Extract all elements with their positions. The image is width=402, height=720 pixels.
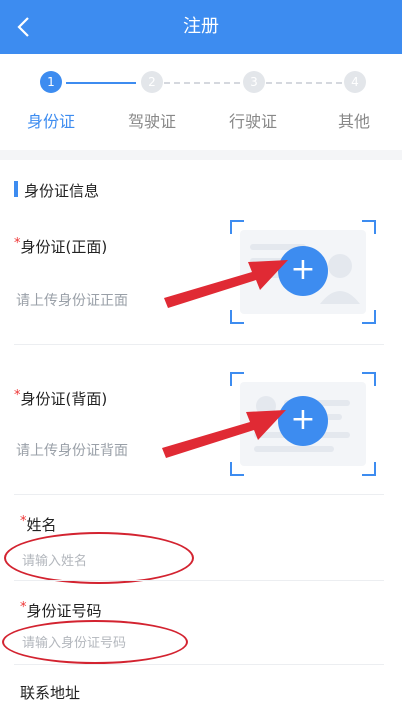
id-front-label: *身份证(正面) (14, 236, 107, 257)
annotation-ellipse (4, 532, 194, 584)
frame-corner (362, 310, 376, 324)
id-front-label-text: 身份证(正面) (20, 238, 108, 256)
section-marker (14, 181, 18, 197)
id-number-label: *身份证号码 (20, 600, 102, 621)
divider (14, 664, 384, 665)
id-front-hint: 请上传身份证正面 (16, 293, 128, 309)
id-back-hint: 请上传身份证背面 (16, 443, 128, 459)
annotation-arrow (164, 260, 288, 308)
step-1-circle: 1 (40, 71, 62, 93)
step-connector-3 (266, 82, 342, 84)
divider (14, 580, 384, 581)
frame-corner (230, 220, 244, 234)
step-indicator: 1 2 3 4 身份证 驾驶证 行驶证 其他 (0, 54, 402, 150)
id-back-label: *身份证(背面) (14, 388, 107, 409)
annotation-arrow (162, 410, 286, 458)
name-label-text: 姓名 (26, 516, 57, 534)
frame-corner (230, 462, 244, 476)
section-gap (0, 150, 402, 160)
name-label: *姓名 (20, 514, 57, 535)
step-4-circle: 4 (344, 71, 366, 93)
page-title: 注册 (183, 16, 219, 37)
section-title: 身份证信息 (24, 182, 100, 200)
frame-corner (362, 220, 376, 234)
annotation-ellipse (2, 620, 188, 664)
id-number-label-text: 身份证号码 (26, 602, 102, 620)
step-2-circle: 2 (141, 71, 163, 93)
frame-corner (362, 462, 376, 476)
step-3-circle: 3 (243, 71, 265, 93)
id-back-label-text: 身份证(背面) (20, 390, 108, 408)
frame-corner (362, 372, 376, 386)
divider (14, 494, 384, 495)
step-connector-1 (66, 82, 136, 84)
step-1-label: 身份证 (26, 112, 75, 131)
step-2-label: 驾驶证 (127, 112, 176, 131)
address-label: 联系地址 (20, 684, 81, 702)
step-connector-2 (164, 82, 240, 84)
app-header: 注册 (0, 0, 402, 54)
frame-corner (230, 372, 244, 386)
divider (14, 344, 384, 345)
frame-corner (230, 310, 244, 324)
step-4-label: 其他 (337, 112, 370, 131)
step-3-label: 行驶证 (228, 112, 277, 131)
